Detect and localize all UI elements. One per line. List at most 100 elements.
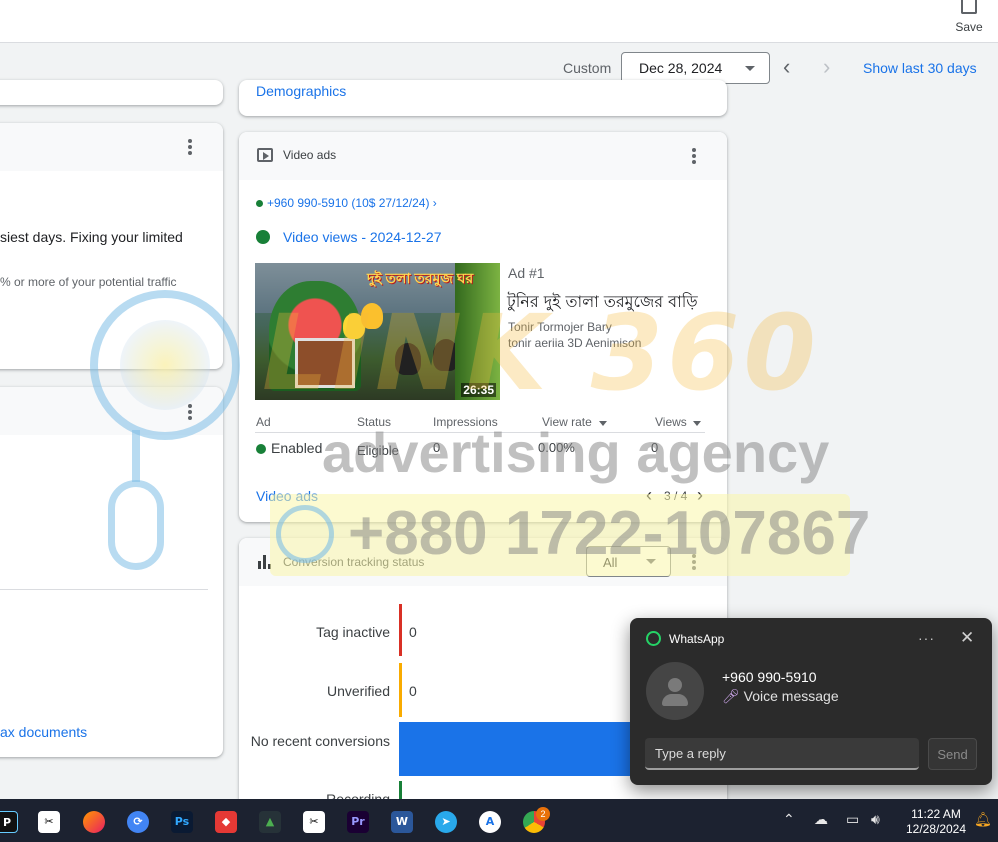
more-options-icon[interactable] (692, 148, 696, 166)
pager-label: 3 / 4 (664, 489, 688, 503)
channel-name: Tonir Tormojer Bary (508, 320, 612, 334)
capcut-icon[interactable]: ✂ (38, 811, 60, 833)
chart-category-label: Tag inactive (316, 624, 390, 640)
telegram-icon[interactable]: ➤ (435, 811, 457, 833)
impressions-value: 0 (433, 440, 441, 455)
col-status: Status (357, 415, 392, 429)
date-value: Dec 28, 2024 (639, 60, 723, 76)
firefox-icon[interactable] (83, 811, 105, 833)
chart-value-label: 0 (409, 683, 417, 699)
insight-card: siest days. Fixing your limited % or mor… (0, 123, 223, 369)
demographics-card: Demographics (239, 80, 727, 116)
next-period-chevron-icon[interactable]: › (823, 56, 830, 78)
col-views[interactable]: Views (655, 415, 687, 429)
notification-sender: +960 990-5910 (722, 669, 817, 685)
pager-prev-icon[interactable]: ‹ (646, 485, 652, 506)
ads-app-icon[interactable]: A (479, 811, 501, 833)
channel-subtitle: tonir aeriia 3D Aenimison (508, 336, 642, 350)
message-text: Voice message (743, 688, 839, 704)
chart-bar[interactable] (399, 781, 402, 801)
microphone-icon: 🎤︎ (722, 688, 744, 704)
windows-taskbar: P ✂ ⟳ Ps ◆ ▲ ✂ Pr W ➤ A 2 ⌃ ☁ ▭ 🔊︎ 11:22… (0, 799, 998, 842)
chart-value-label: 0 (409, 624, 417, 640)
adgroup-status-dot (256, 230, 270, 244)
save-icon (961, 0, 977, 14)
pager-next-icon[interactable]: › (697, 485, 703, 506)
contact-avatar (646, 662, 704, 720)
col-impressions[interactable]: Impressions (433, 415, 498, 429)
house-door-image (295, 338, 355, 388)
campaign-link[interactable]: +960 990-5910 (10$ 27/12/24) › (267, 196, 437, 210)
documents-card: ax documents (0, 387, 223, 757)
tax-documents-link[interactable]: ax documents (0, 724, 87, 740)
chart-category-label: No recent conversions (250, 733, 390, 749)
whatsapp-icon (646, 631, 661, 646)
col-ad: Ad (256, 415, 271, 429)
col-view-rate[interactable]: View rate (542, 415, 592, 429)
more-icon[interactable]: ··· (918, 630, 935, 646)
chart-bar[interactable] (399, 722, 631, 776)
dropdown-caret-icon (745, 66, 755, 71)
ad-status-enabled[interactable]: Enabled (271, 440, 322, 456)
show-hidden-icons-icon[interactable]: ⌃ (783, 811, 795, 828)
notification-app-name: WhatsApp (669, 632, 725, 646)
top-bar: Save (0, 0, 998, 43)
adgroup-link[interactable]: Video views - 2024-12-27 (283, 229, 442, 245)
crow-image (395, 343, 421, 375)
chart-bar[interactable] (399, 663, 402, 717)
chart-category-label: Unverified (326, 683, 390, 699)
bar-chart-icon (257, 555, 271, 569)
more-options-icon[interactable] (692, 554, 696, 572)
more-options-icon[interactable] (188, 404, 192, 422)
reply-input[interactable]: Type a reply (645, 738, 919, 770)
chart-bar[interactable] (399, 604, 402, 656)
conversion-card-title: Conversion tracking status (283, 555, 425, 569)
video-ads-footer-link[interactable]: Video ads (256, 488, 318, 504)
sort-caret-icon (599, 421, 607, 426)
custom-range-label: Custom (563, 60, 612, 76)
sync-app-icon[interactable]: ⟳ (127, 811, 149, 833)
video-ads-icon (257, 148, 273, 162)
divider (0, 589, 208, 590)
volume-icon[interactable]: 🔊︎ (871, 811, 880, 828)
insight-title: siest days. Fixing your limited (0, 229, 183, 245)
ad-eligibility: Eligible (357, 443, 399, 458)
word-icon[interactable]: W (391, 811, 413, 833)
thumbnail-title: দুই তলা তরমুজ ঘর (367, 270, 474, 286)
premiere-icon[interactable]: Pr (347, 811, 369, 833)
conversion-filter-select[interactable]: All (586, 546, 671, 577)
video-ads-title: Video ads (283, 148, 337, 162)
clock-date: 12/28/2024 (905, 822, 967, 836)
notification-bell-icon[interactable]: 🔔︎ (974, 811, 992, 828)
chrome-badge: 2 (536, 807, 550, 821)
capcut-icon[interactable]: ✂ (303, 811, 325, 833)
video-thumbnail[interactable]: দুই তলা তরমুজ ঘর 26:35 (255, 263, 500, 400)
anydesk-icon[interactable]: ◆ (215, 811, 237, 833)
photoshop-icon[interactable]: Ps (171, 811, 193, 833)
save-label: Save (955, 20, 983, 34)
ad-number: Ad #1 (508, 265, 545, 281)
system-clock[interactable]: 11:22 AM 12/28/2024 (900, 807, 972, 837)
filmora-icon[interactable]: ▲ (259, 811, 281, 833)
show-last-30-days-link[interactable]: Show last 30 days (863, 60, 977, 76)
network-icon[interactable]: ▭ (846, 811, 859, 828)
cloud-icon[interactable]: ☁ (814, 811, 828, 828)
filter-value: All (603, 555, 618, 570)
previous-period-chevron-icon[interactable]: ‹ (783, 56, 790, 78)
save-button[interactable]: Save (954, 0, 984, 34)
sort-caret-icon (693, 421, 701, 426)
whatsapp-notification[interactable]: WhatsApp ··· ✕ +960 990-5910 🎤︎ Voice me… (630, 618, 992, 785)
demographics-link[interactable]: Demographics (256, 83, 346, 99)
ad-title: টুনির দুই তালা তরমুজের বাড়ি (507, 292, 698, 311)
terminal-app-icon[interactable]: P (0, 811, 18, 833)
clock-time: 11:22 AM (911, 807, 961, 821)
bird-image (361, 303, 383, 329)
ad-enabled-dot (256, 444, 266, 454)
dropdown-caret-icon (646, 559, 656, 564)
more-options-icon[interactable] (188, 139, 192, 157)
left-card-top (0, 80, 223, 105)
send-button[interactable]: Send (928, 738, 977, 770)
notification-message: 🎤︎ Voice message (722, 688, 839, 705)
campaign-status-dot (256, 200, 263, 207)
close-icon[interactable]: ✕ (960, 628, 974, 648)
